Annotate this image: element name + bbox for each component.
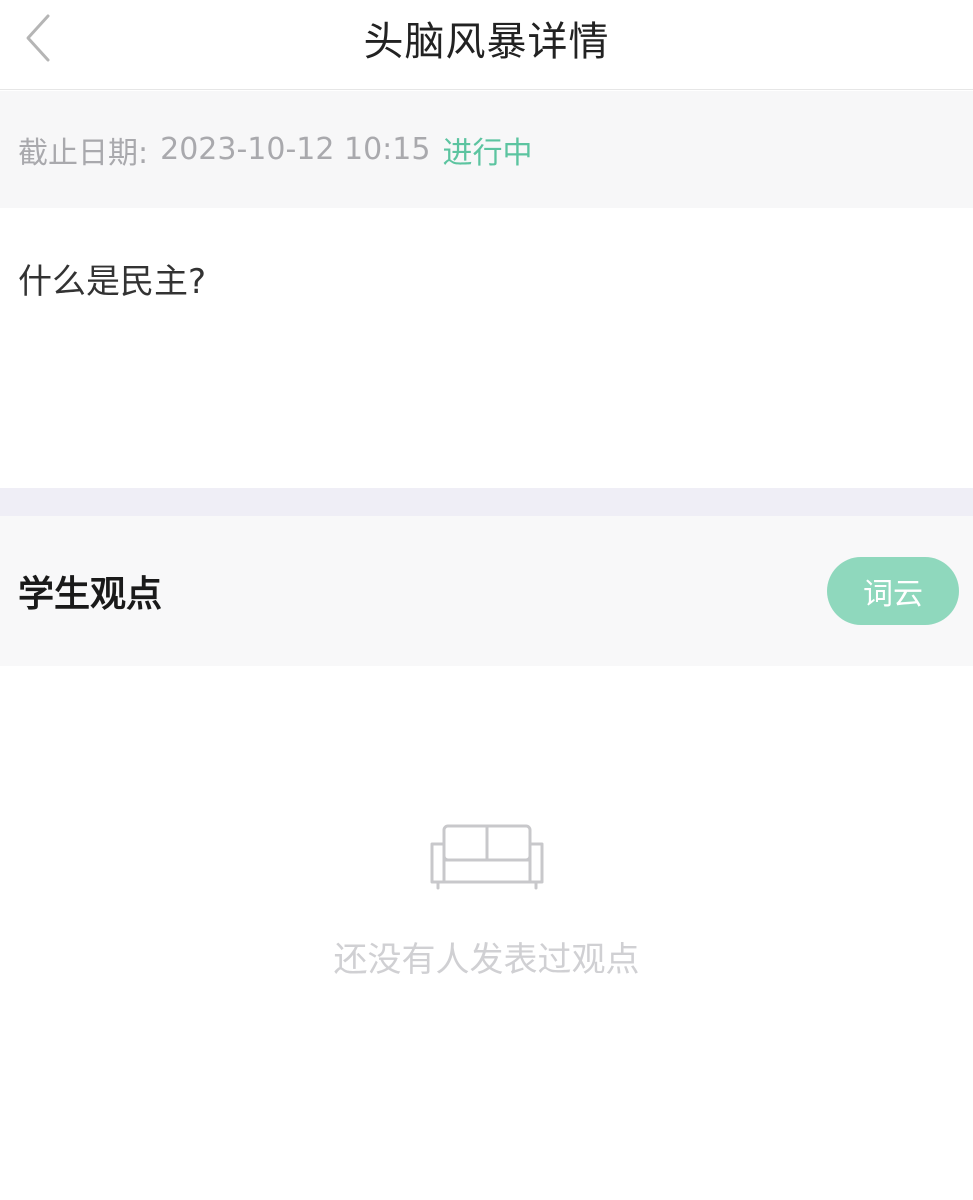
nav-bar: 头脑风暴详情 [0, 0, 973, 90]
sofa-icon [430, 824, 544, 890]
deadline-bar: 截止日期: 2023-10-12 10:15 进行中 [0, 91, 973, 208]
opinions-title: 学生观点 [18, 574, 163, 615]
empty-state: 还没有人发表过观点 [0, 666, 973, 1200]
deadline-value: 2023-10-12 10:15 [160, 132, 431, 167]
section-divider [0, 488, 973, 516]
page-title: 头脑风暴详情 [363, 19, 610, 65]
question-text: 什么是民主? [18, 262, 207, 302]
opinions-header: 学生观点 词云 [0, 516, 973, 666]
empty-state-text: 还没有人发表过观点 [333, 940, 640, 980]
deadline-label: 截止日期: [18, 135, 149, 171]
wordcloud-button[interactable]: 词云 [827, 557, 959, 625]
status-badge: 进行中 [442, 135, 533, 171]
question-section: 什么是民主? [0, 208, 973, 488]
